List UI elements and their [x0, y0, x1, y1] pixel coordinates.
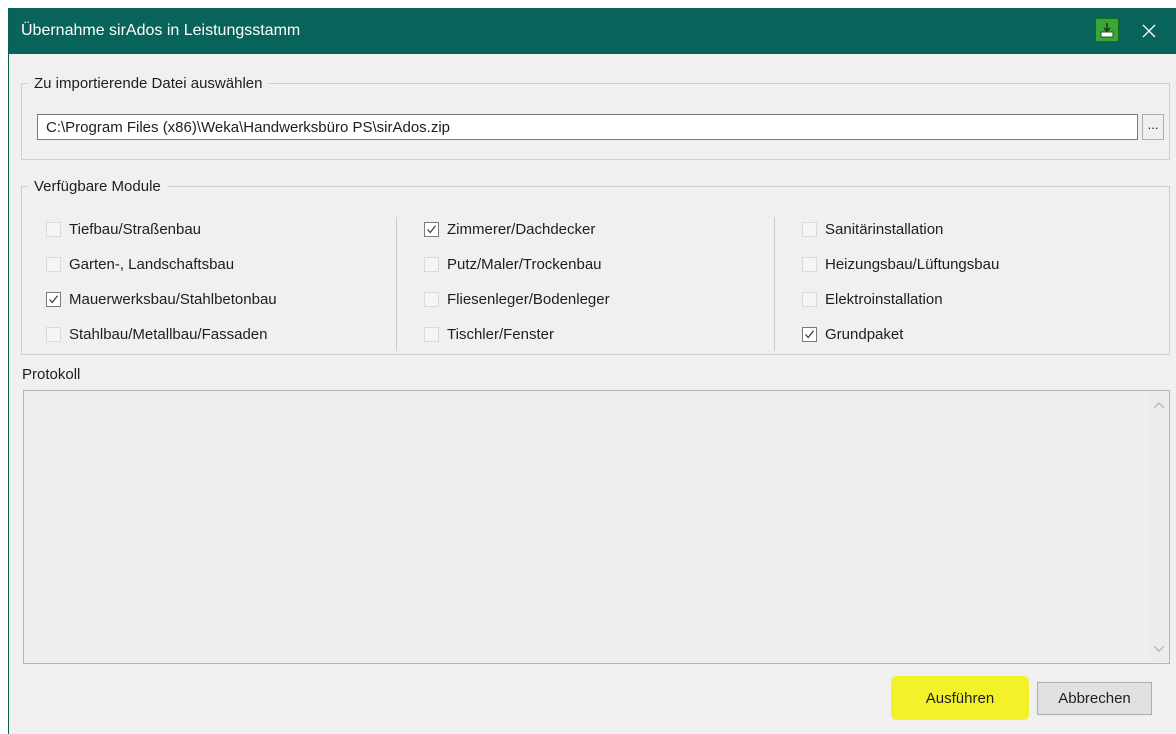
checkbox-box[interactable] [802, 326, 817, 342]
checkmark-icon [805, 329, 814, 338]
module-checkbox[interactable]: Elektroinstallation [802, 287, 943, 311]
column-divider [774, 217, 775, 351]
module-label: Putz/Maler/Trockenbau [447, 255, 602, 273]
module-checkbox[interactable]: Grundpaket [802, 322, 903, 346]
checkbox-box[interactable] [802, 221, 817, 237]
chevron-down-icon[interactable] [1153, 643, 1165, 655]
checkbox-box[interactable] [802, 256, 817, 272]
checkmark-icon [427, 224, 436, 233]
column-divider [396, 217, 397, 351]
module-label: Tiefbau/Straßenbau [69, 220, 202, 238]
checkbox-box[interactable] [424, 221, 439, 237]
module-label: Fliesenleger/Bodenleger [447, 290, 610, 308]
module-label: Heizungsbau/Lüftungsbau [825, 255, 1000, 273]
file-selection-legend: Zu importierende Datei auswählen [34, 75, 263, 92]
modules-legend: Verfügbare Module [34, 178, 161, 195]
import-app-icon[interactable] [1095, 18, 1119, 42]
module-label: Grundpaket [825, 325, 904, 343]
checkbox-box[interactable] [802, 291, 817, 307]
module-label: Tischler/Fenster [447, 325, 554, 343]
module-checkbox[interactable]: Stahlbau/Metallbau/Fassaden [46, 322, 267, 346]
module-checkbox[interactable]: Putz/Maler/Trockenbau [424, 252, 602, 276]
browse-button[interactable]: ... [1142, 114, 1164, 140]
modules-group: Verfügbare Module Tiefbau/Straßenbau Gart… [21, 178, 1170, 355]
vertical-scrollbar[interactable] [1149, 391, 1169, 663]
module-checkbox[interactable]: Tischler/Fenster [424, 322, 554, 346]
file-selection-group: Zu importierende Datei auswählen ... [21, 75, 1170, 160]
checkbox-box[interactable] [46, 326, 61, 342]
module-checkbox[interactable]: Sanitärinstallation [802, 217, 943, 241]
module-checkbox[interactable]: Zimmerer/Dachdecker [424, 217, 595, 241]
title-bar[interactable]: Übernahme sirAdos in Leistungsstamm [9, 8, 1176, 54]
checkbox-box[interactable] [46, 256, 61, 272]
module-checkbox[interactable]: Tiefbau/Straßenbau [46, 217, 201, 241]
module-checkbox[interactable]: Fliesenleger/Bodenleger [424, 287, 610, 311]
module-label: Elektroinstallation [825, 290, 943, 308]
module-label: Sanitärinstallation [825, 220, 944, 238]
protokoll-log[interactable] [23, 390, 1170, 664]
cancel-button[interactable]: Abbrechen [1037, 682, 1152, 715]
file-path-input[interactable] [37, 114, 1138, 140]
window-title: Übernahme sirAdos in Leistungsstamm [21, 22, 301, 39]
module-checkbox[interactable]: Heizungsbau/Lüftungsbau [802, 252, 999, 276]
checkbox-box[interactable] [46, 221, 61, 237]
import-dialog: Übernahme sirAdos in Leistungsstamm Zu i… [8, 8, 1176, 734]
chevron-up-icon[interactable] [1153, 399, 1165, 411]
run-button[interactable]: Ausführen [891, 682, 1029, 715]
protokoll-label: Protokoll [22, 366, 81, 383]
module-label: Zimmerer/Dachdecker [447, 220, 596, 238]
module-checkbox[interactable]: Mauerwerksbau/Stahlbetonbau [46, 287, 277, 311]
checkbox-box[interactable] [424, 256, 439, 272]
close-button[interactable] [1129, 14, 1169, 48]
checkbox-box[interactable] [424, 326, 439, 342]
checkbox-box[interactable] [424, 291, 439, 307]
module-checkbox[interactable]: Garten-, Landschaftsbau [46, 252, 234, 276]
module-label: Stahlbau/Metallbau/Fassaden [69, 325, 268, 343]
module-label: Garten-, Landschaftsbau [69, 255, 235, 273]
close-icon [1142, 24, 1156, 38]
module-label: Mauerwerksbau/Stahlbetonbau [69, 290, 277, 308]
checkmark-icon [49, 294, 58, 303]
checkbox-box[interactable] [46, 291, 61, 307]
